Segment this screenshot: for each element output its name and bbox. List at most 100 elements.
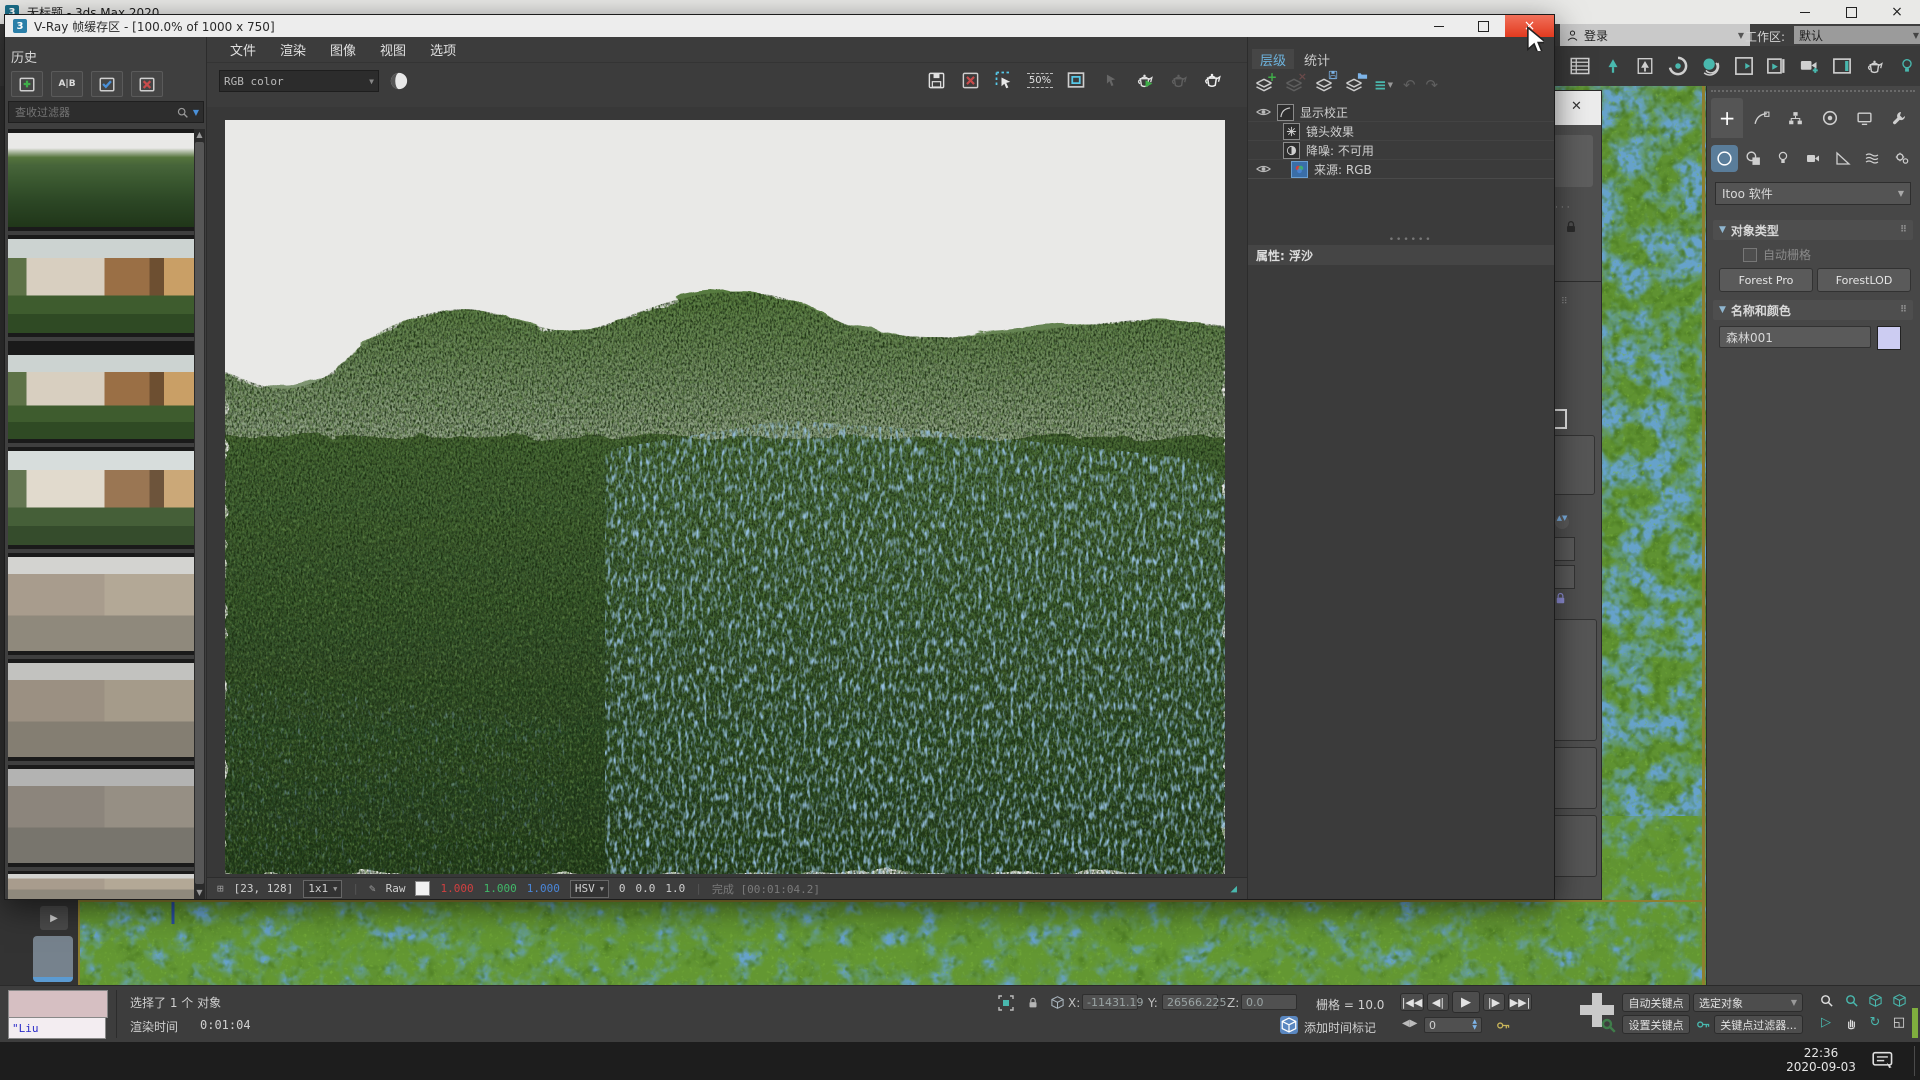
menu-render[interactable]: 渲染 <box>280 40 306 59</box>
history-thumbnail[interactable] <box>8 235 194 337</box>
lock-selection-icon[interactable] <box>1022 994 1044 1011</box>
forest-lod-button[interactable]: ForestLOD <box>1817 268 1911 292</box>
clamp-sphere-icon[interactable] <box>389 71 409 94</box>
spinner-icon[interactable]: ▲▼ <box>1472 1019 1477 1031</box>
menu-view[interactable]: 视图 <box>380 40 406 59</box>
maximize-viewport-icon[interactable]: ◱ <box>1888 1014 1910 1031</box>
rollout-object-type[interactable]: ▼ 对象类型 ⠿ <box>1713 220 1913 240</box>
key-step-icons[interactable]: ◀▶ <box>1402 1018 1417 1029</box>
history-thumbnail[interactable] <box>8 659 194 761</box>
teapot-icon[interactable] <box>1862 53 1888 79</box>
menu-file[interactable]: 文件 <box>230 40 256 59</box>
login-dropdown[interactable]: 登录 ▼ <box>1560 24 1750 46</box>
dialog-button[interactable] <box>1549 435 1595 495</box>
forest-pro-button[interactable]: Forest Pro <box>1719 268 1813 292</box>
tab-statistics[interactable]: 统计 <box>1296 49 1338 69</box>
pixel-zoom-dropdown[interactable]: 1x1▼ <box>303 880 342 898</box>
forest-pack-icon[interactable] <box>1632 53 1658 79</box>
layers-stack-icon[interactable] <box>1698 53 1724 79</box>
save-image-button[interactable] <box>921 65 951 95</box>
history-thumbnail[interactable] <box>8 871 194 899</box>
history-scrollbar[interactable]: ▲ ▼ <box>194 129 205 899</box>
orbit-icon[interactable]: ↻ <box>1864 1014 1886 1031</box>
next-frame-button[interactable]: |▶ <box>1483 993 1505 1011</box>
maxscript-listener-output[interactable] <box>8 990 108 1018</box>
layer-row-denoiser[interactable]: 降噪: 不可用 <box>1248 141 1554 160</box>
tab-utilities[interactable] <box>1883 98 1915 138</box>
play-button[interactable]: ▶ <box>1452 991 1480 1013</box>
history-thumbnail[interactable] <box>8 129 194 231</box>
resize-grip-icon[interactable]: ◢ <box>1230 882 1237 895</box>
ab-compare-button[interactable]: A|B <box>51 71 83 97</box>
autogrid-checkbox[interactable]: 自动栅格 <box>1743 246 1811 263</box>
category-geometry[interactable] <box>1711 145 1738 172</box>
follow-mouse-button[interactable] <box>1095 65 1125 95</box>
vfb-minimize-button[interactable] <box>1417 15 1461 37</box>
eyedropper-icon[interactable]: ✎ <box>369 882 376 895</box>
history-thumbnail[interactable] <box>8 341 194 443</box>
layout-tab-button[interactable] <box>33 936 73 982</box>
dialog-scrollbar[interactable] <box>1553 135 1593 187</box>
key-icon[interactable] <box>1692 1016 1714 1033</box>
key-filters-button[interactable]: 关键点过滤器... <box>1714 1015 1803 1034</box>
stop-render-button[interactable] <box>1197 65 1227 95</box>
taskbar-clock[interactable]: 22:36 2020-09-03 <box>1786 1046 1856 1074</box>
current-frame-field[interactable]: 0▲▼ <box>1424 1017 1482 1033</box>
layer-row-display-correction[interactable]: 显示校正 <box>1248 103 1554 122</box>
render-region-button[interactable] <box>1163 65 1193 95</box>
maxscript-listener-input[interactable]: "Liu <box>8 1017 106 1039</box>
add-layer-button[interactable]: + <box>1254 75 1274 95</box>
layer-row-source[interactable]: 来源: RGB <box>1248 160 1554 179</box>
set-key-button[interactable]: 设置关键点 <box>1622 1015 1690 1034</box>
zoom-all-icon[interactable] <box>1840 992 1862 1009</box>
auto-key-button[interactable]: 自动关键点 <box>1622 993 1690 1012</box>
zoom-50-button[interactable]: 50% <box>1025 65 1055 95</box>
vfb-maximize-button[interactable] <box>1461 15 1505 37</box>
max-restore-button[interactable] <box>1828 0 1874 24</box>
y-coordinate-field[interactable]: 26566.225 <box>1162 994 1218 1010</box>
eye-icon[interactable] <box>1256 106 1271 118</box>
transform-gizmo-icon[interactable] <box>1046 994 1068 1011</box>
fov-icon[interactable]: ▷ <box>1815 1014 1837 1031</box>
undo-button[interactable]: ↶ <box>1403 76 1416 94</box>
spinner-arrows[interactable]: ▲▼ <box>1555 515 1569 529</box>
set-a-button[interactable] <box>91 71 123 97</box>
fit-window-button[interactable] <box>1061 65 1091 95</box>
category-dropdown[interactable]: Itoo 软件 ▼ <box>1715 182 1911 205</box>
lock-icon[interactable] <box>1563 219 1579 235</box>
lock-icon[interactable] <box>1553 591 1568 606</box>
zoom-icon[interactable] <box>1815 992 1837 1009</box>
render-last-button[interactable]: ▶ <box>1129 65 1159 95</box>
object-name-field[interactable]: 森林001 <box>1719 326 1871 348</box>
max-close-button[interactable]: × <box>1874 0 1920 24</box>
category-systems[interactable] <box>1888 145 1915 172</box>
layer-manager-icon[interactable] <box>1567 53 1593 79</box>
category-cameras[interactable] <box>1800 145 1827 172</box>
history-thumbnail[interactable] <box>8 765 194 867</box>
save-to-history-button[interactable] <box>11 71 43 97</box>
selection-lock-region-icon[interactable] <box>995 994 1017 1011</box>
zoom-extents-all-icon[interactable] <box>1888 992 1910 1009</box>
history-thumbnail[interactable] <box>8 447 194 549</box>
max-minimize-button[interactable] <box>1782 0 1828 24</box>
panel-splitter[interactable]: •••••• <box>1389 235 1433 245</box>
category-helpers[interactable] <box>1829 145 1856 172</box>
z-coordinate-field[interactable]: 0.0 <box>1241 994 1297 1010</box>
remove-from-history-button[interactable] <box>131 71 163 97</box>
save-layers-button[interactable] <box>1314 75 1334 95</box>
region-render-button[interactable] <box>989 65 1019 95</box>
key-mode-icon[interactable] <box>1492 1017 1514 1034</box>
layer-row-lens-effects[interactable]: 镜头效果 <box>1248 122 1554 141</box>
history-filter-input[interactable] <box>13 105 172 120</box>
railclone-icon[interactable] <box>1665 53 1691 79</box>
tab-hierarchy[interactable]: 层级 <box>1252 49 1294 69</box>
chevron-down-icon[interactable]: ▼ <box>193 108 199 117</box>
zoom-extents-icon[interactable] <box>1864 992 1886 1009</box>
menu-image[interactable]: 图像 <box>330 40 356 59</box>
tab-display[interactable] <box>1848 98 1880 138</box>
render-image[interactable] <box>225 120 1225 874</box>
render-preview-icon[interactable] <box>1763 53 1789 79</box>
delete-layer-button[interactable]: × <box>1284 75 1304 95</box>
isolate-cube-icon[interactable] <box>1280 1016 1298 1034</box>
layers-menu-button[interactable]: ≡▼ <box>1374 76 1393 94</box>
